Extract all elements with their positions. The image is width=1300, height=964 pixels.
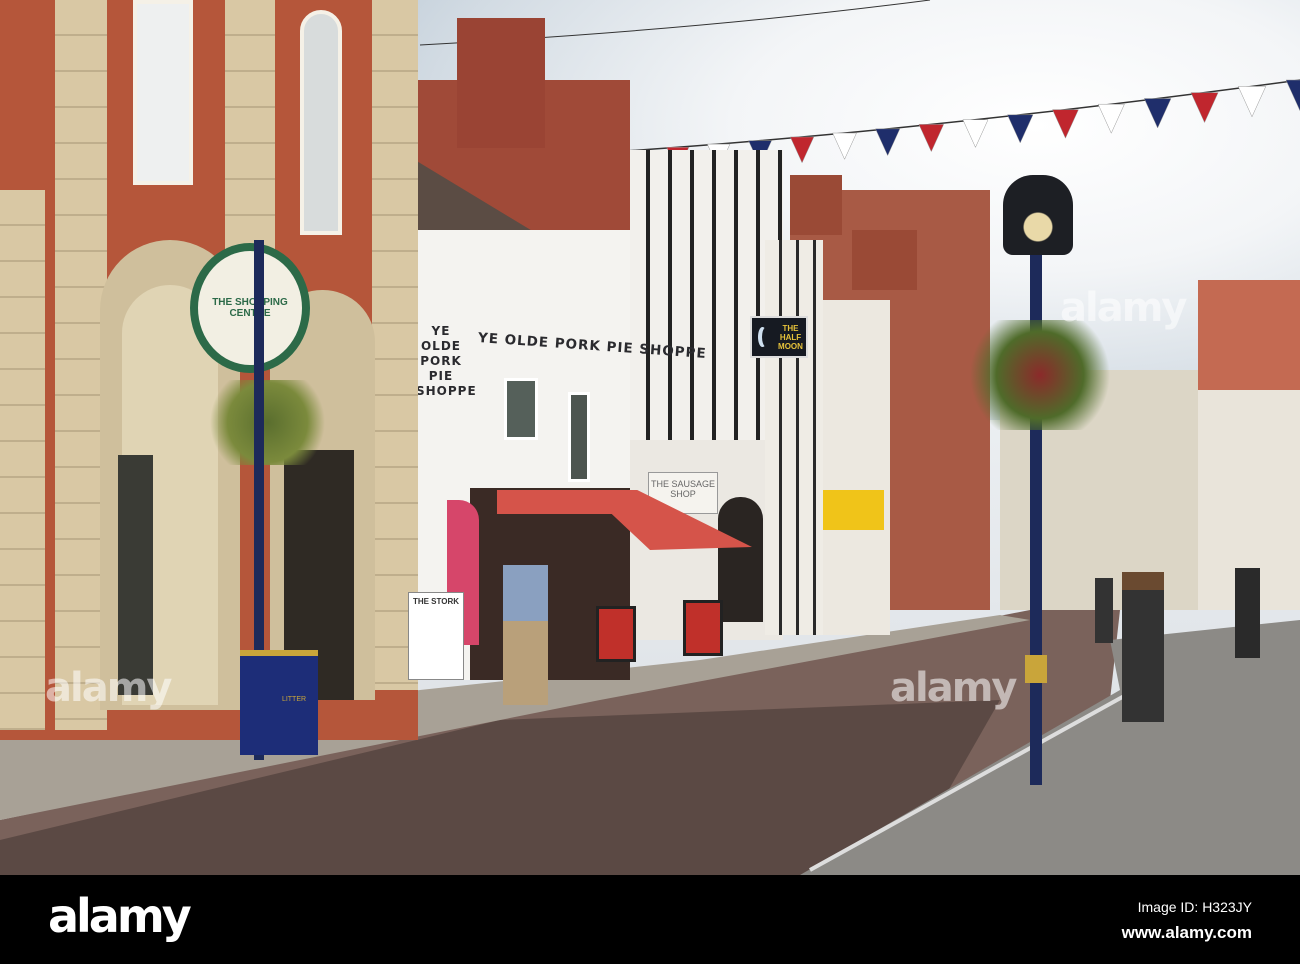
- a-frame-board: [596, 606, 636, 662]
- lamp-gold-band: [1025, 655, 1047, 683]
- shop-window: [118, 455, 153, 695]
- litter-bin: LITTER: [240, 650, 318, 755]
- alamy-logo: alamy: [48, 889, 192, 943]
- bunting-flag: [918, 124, 945, 153]
- upper-window: [133, 0, 193, 185]
- pedestrian-man: [503, 565, 548, 705]
- moon-icon: [762, 327, 771, 347]
- pub-sign-line: THE: [782, 323, 799, 333]
- street-lamp-lantern: [1003, 175, 1073, 255]
- window: [504, 378, 538, 440]
- chimney-stack: [790, 175, 842, 235]
- bunting-flag: [1052, 109, 1079, 139]
- pork-pie-side-sign: YE OLDE PORK PIE SHOPPE: [416, 324, 477, 399]
- alamy-url: www.alamy.com: [1121, 923, 1252, 942]
- upper-window: [300, 10, 342, 235]
- yellow-shopfront: [822, 490, 884, 530]
- hanging-flower-basket: [200, 380, 335, 465]
- stone-quoin: [372, 0, 418, 690]
- shop-doorway: [718, 497, 763, 622]
- bunting-flag: [789, 136, 815, 164]
- pub-sign-line: HALF: [779, 332, 802, 342]
- white-shop-far: [820, 300, 890, 635]
- shopping-centre-sign: THE SHOPPING CENTRE: [190, 243, 310, 373]
- image-id: Image ID: H323JY: [1137, 899, 1252, 915]
- pub-sign-line: MOON: [778, 341, 803, 351]
- chimney-stack: [852, 230, 917, 290]
- pedestrian: [1095, 578, 1113, 643]
- sign-line: PORK PIE: [420, 354, 462, 383]
- left-pier: [0, 190, 45, 730]
- sign-line: YE OLDE: [420, 324, 461, 353]
- bunting-flag: [1285, 79, 1300, 112]
- hanging-flower-basket: [960, 320, 1120, 430]
- shopping-centre-sign-text: THE SHOPPING CENTRE: [212, 297, 288, 319]
- pedestrian-woman: [1122, 572, 1164, 722]
- pub-sign-text: THE HALF MOON: [775, 324, 806, 351]
- bunting-flag: [1237, 86, 1267, 118]
- litter-bin-label: LITTER: [281, 696, 307, 703]
- window: [568, 392, 590, 482]
- sign-line: SHOPPE: [416, 384, 477, 398]
- watermark: alamy: [1060, 285, 1187, 331]
- half-moon-pub-sign: THE HALF MOON: [750, 316, 808, 358]
- a-frame-board: [683, 600, 723, 656]
- watermark: alamy: [45, 665, 172, 711]
- watermark: alamy: [890, 665, 1017, 711]
- bunting-flag: [1097, 103, 1125, 134]
- chimney-stack: [457, 18, 545, 148]
- bunting-flag: [1190, 92, 1219, 124]
- bunting-flag: [875, 128, 901, 157]
- bunting-flag: [962, 119, 989, 148]
- bunting-flag: [1143, 98, 1172, 129]
- footer-bar: alamy Image ID: H323JY www.alamy.com: [0, 875, 1300, 964]
- bunting-flag: [1007, 114, 1034, 144]
- bunting-flag: [832, 132, 857, 160]
- pedestrian: [1235, 568, 1260, 658]
- street-photo: THE SAUSAGE SHOP YE OLDE PORK PIE SHOPPE…: [0, 0, 1300, 875]
- tudor-house-dark: [765, 240, 823, 635]
- stork-board: THE STORK: [408, 592, 464, 680]
